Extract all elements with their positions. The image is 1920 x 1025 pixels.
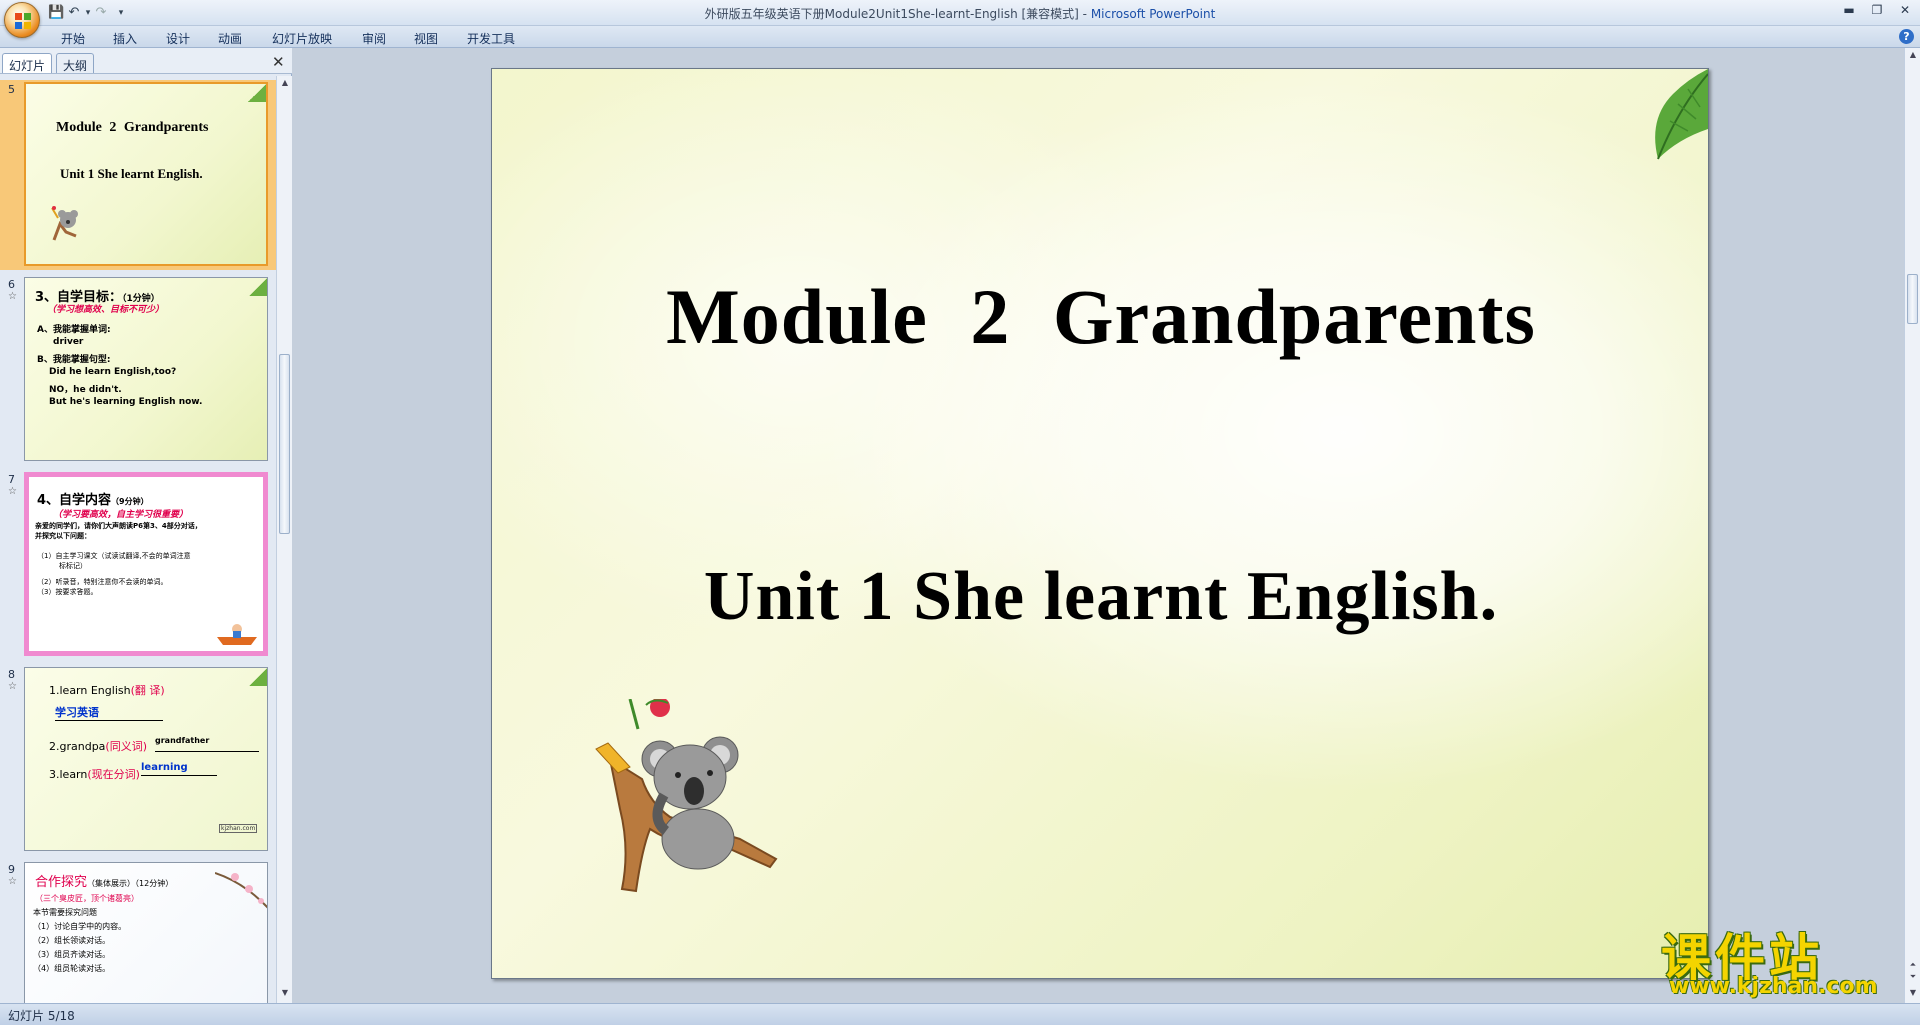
tab-home[interactable]: 开始	[61, 30, 85, 47]
tab-developer[interactable]: 开发工具	[467, 30, 515, 47]
thumb-line: 本节需要探究问题	[33, 908, 97, 917]
tab-view[interactable]: 视图	[414, 30, 438, 47]
ribbon-tabs: 开始 插入 设计 动画 幻灯片放映 审阅 视图 开发工具 ?	[0, 26, 1920, 48]
thumb-line: （1）讨论自学中的内容。	[33, 922, 127, 931]
tab-slides[interactable]: 幻灯片	[2, 53, 53, 73]
scroll-up-icon[interactable]: ▲	[1908, 50, 1918, 59]
office-button[interactable]	[4, 2, 40, 38]
thumb-red-note: （三个臭皮匠，顶个诸葛亮）	[35, 894, 139, 903]
thumbnail-image: 合作探究（集体展示）（12分钟） （三个臭皮匠，顶个诸葛亮） 本节需要探究问题 …	[24, 862, 268, 1003]
leaf-decoration-icon	[249, 668, 267, 686]
leaf-decoration-icon	[248, 84, 266, 102]
thumbnail-slide-9[interactable]: 9 ☆ 合作探究（集体展示）（12分钟） （三个臭皮匠，顶个诸葛亮） 本节需要探…	[0, 860, 276, 1003]
slide-editor: Module 2 Grandparents Unit 1 She learnt …	[293, 48, 1920, 1003]
animation-star-icon: ☆	[8, 681, 17, 692]
leaf-decoration-icon	[249, 278, 267, 296]
thumb-line: B、我能掌握句型:	[37, 355, 111, 365]
thumbnail-image: 4、自学内容（9分钟） （学习要高效，自主学习很重要） 亲爱的同学们，请你们大声…	[24, 472, 268, 656]
current-slide[interactable]: Module 2 Grandparents Unit 1 She learnt …	[491, 68, 1709, 979]
animation-star-icon: ☆	[8, 291, 17, 302]
thumbnail-slide-7[interactable]: 7 ☆ 4、自学内容（9分钟） （学习要高效，自主学习很重要） 亲爱的同学们，请…	[0, 470, 276, 660]
thumb-line: （3）按要求答题。	[37, 588, 98, 596]
office-logo-icon	[15, 13, 31, 29]
slide-number: 9	[8, 863, 15, 876]
slide-number: 7	[8, 473, 15, 486]
thumb-line: （2）听录音，特别注意你不会读的单词。	[37, 578, 168, 586]
slide-scrollbar[interactable]: ▲ ⏶ ⏷ ▼	[1904, 48, 1920, 1003]
leaf-decoration-icon	[1655, 69, 1708, 160]
thumb-item: 2.grandpa(同义词)	[49, 740, 148, 753]
scroll-thumb[interactable]	[279, 354, 290, 534]
document-title: 外研版五年级英语下册Module2Unit1She-learnt-English…	[704, 7, 1091, 21]
tab-outline[interactable]: 大纲	[56, 53, 95, 73]
thumb-line: （4）组员轮读对话。	[33, 964, 111, 973]
scroll-up-icon[interactable]: ▲	[280, 78, 290, 87]
animation-star-icon: ☆	[8, 876, 17, 887]
watermark-url: www.kjzhan.com	[1669, 974, 1878, 999]
close-panel-icon[interactable]: ✕	[272, 53, 285, 71]
thumb-line: （3）组员齐读对话。	[33, 950, 111, 959]
thumb-line: NO，he didn't.	[49, 385, 122, 395]
thumbnail-slide-6[interactable]: 6 ☆ 3、自学目标：（1分钟） （学习想高效、目标不可少） A、我能掌握单词:…	[0, 275, 276, 465]
watermark-logo: 课件站 www.kjzhan.com	[1661, 918, 1911, 1003]
thumb-red-note: （学习想高效、目标不可少）	[47, 305, 165, 315]
scroll-thumb[interactable]	[1907, 274, 1918, 324]
thumb-answer: learning	[141, 762, 217, 776]
thumb-tag: kjzhan.com	[219, 824, 258, 833]
slide-title[interactable]: Module 2 Grandparents	[492, 272, 1708, 362]
thumbnail-image: Module 2 Grandparents Unit 1 She learnt …	[24, 82, 268, 266]
tab-animation[interactable]: 动画	[218, 30, 242, 47]
thumbnail-image: 1.learn English(翻 译) 学习英语 2.grandpa(同义词)…	[24, 667, 268, 851]
help-icon[interactable]: ?	[1899, 29, 1914, 44]
thumbnail-slide-5[interactable]: 5 Module 2 Grandparents Unit 1 She learn…	[0, 80, 276, 270]
koala-icon	[51, 206, 78, 241]
thumb-answer: 学习英语	[55, 704, 163, 721]
thumb-line: A、我能掌握单词:	[37, 325, 111, 335]
status-bar: 幻灯片 5/18	[0, 1003, 1920, 1025]
thumbnail-list: 5 Module 2 Grandparents Unit 1 She learn…	[0, 76, 276, 1003]
thumbnail-image: 3、自学目标：（1分钟） （学习想高效、目标不可少） A、我能掌握单词: dri…	[24, 277, 268, 461]
thumb-answer: grandfather	[155, 736, 259, 752]
tab-design[interactable]: 设计	[166, 30, 190, 47]
title-bar: 💾 ↶ ▾ ↷ ▾ 外研版五年级英语下册Module2Unit1She-lear…	[0, 0, 1920, 38]
thumb-line: 并探究以下问题：	[35, 532, 91, 540]
minimize-icon[interactable]: ▬	[1838, 3, 1860, 19]
thumb-heading: 4、自学内容（9分钟）	[37, 493, 149, 508]
restore-icon[interactable]: ❐	[1866, 3, 1888, 19]
panel-tabs: 幻灯片 大纲 ✕	[0, 48, 292, 74]
tab-review[interactable]: 审阅	[362, 30, 386, 47]
thumb-subtitle: Unit 1 She learnt English.	[60, 166, 203, 181]
tab-slideshow[interactable]: 幻灯片放映	[272, 30, 332, 47]
window-title: 外研版五年级英语下册Module2Unit1She-learnt-English…	[0, 5, 1920, 22]
koala-on-branch-icon	[595, 699, 778, 893]
thumb-line: driver	[53, 337, 84, 347]
blossom-decoration-icon	[215, 872, 267, 909]
slide-number: 5	[8, 83, 15, 96]
boat-clipart-icon	[217, 624, 257, 645]
thumb-line: Did he learn English,too?	[49, 367, 177, 377]
close-window-icon[interactable]: ✕	[1894, 3, 1916, 19]
thumbnail-slide-8[interactable]: 8 ☆ 1.learn English(翻 译) 学习英语 2.grandpa(…	[0, 665, 276, 855]
thumb-item: 3.learn(现在分词)	[49, 768, 140, 781]
thumb-item: 1.learn English(翻 译)	[49, 684, 165, 697]
slide-number: 8	[8, 668, 15, 681]
thumb-line: 标标记）	[59, 562, 87, 570]
thumb-line: （1）自主学习课文（试读试翻译,不会的单词注意	[37, 552, 191, 560]
scroll-down-icon[interactable]: ▼	[280, 988, 290, 997]
thumb-heading: 合作探究（集体展示）（12分钟）	[35, 875, 174, 890]
thumbnail-scrollbar[interactable]: ▲ ▼	[276, 76, 292, 1003]
thumb-line: But he's learning English now.	[49, 397, 203, 407]
slide-counter: 幻灯片 5/18	[8, 1009, 75, 1023]
thumb-line: 亲爱的同学们，请你们大声朗读P6第3、4部分对话，	[35, 522, 202, 530]
animation-star-icon: ☆	[8, 486, 17, 497]
slides-panel: 幻灯片 大纲 ✕ 5 Module 2 Grandparents Unit 1 …	[0, 48, 292, 1003]
thumb-red-note: （学习要高效，自主学习很重要）	[53, 510, 189, 520]
slide-subtitle[interactable]: Unit 1 She learnt English.	[492, 557, 1708, 637]
tab-insert[interactable]: 插入	[113, 30, 137, 47]
thumb-line: （2）组长领读对话。	[33, 936, 111, 945]
thumb-title: Module 2 Grandparents	[56, 120, 209, 135]
slide-number: 6	[8, 278, 15, 291]
app-name: Microsoft PowerPoint	[1090, 7, 1216, 21]
